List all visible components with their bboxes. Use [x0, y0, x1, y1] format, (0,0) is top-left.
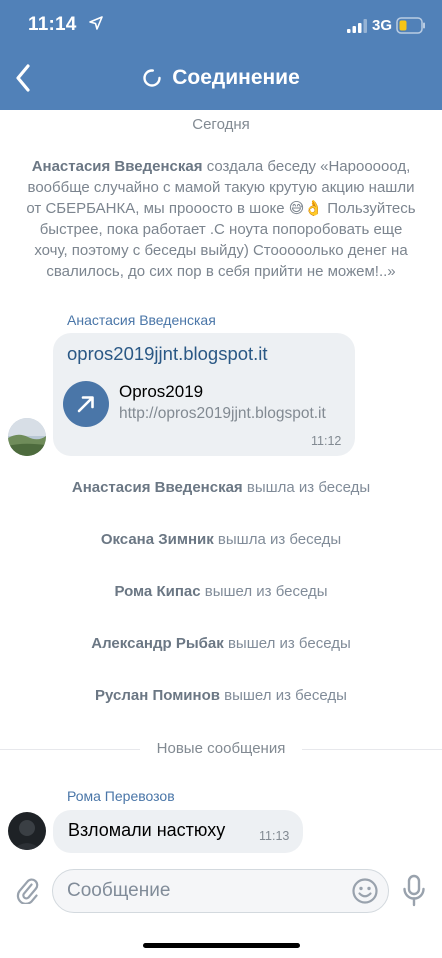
- link-card-icon[interactable]: [63, 381, 109, 427]
- link-card-title[interactable]: Opros2019: [119, 382, 203, 402]
- signal-icon: [347, 19, 367, 33]
- voice-message-button[interactable]: [398, 872, 430, 910]
- message-bubble[interactable]: Взломали настюху 11:13: [53, 810, 303, 853]
- system-event: Александр Рыбак вышел из беседы: [0, 635, 442, 652]
- message-input[interactable]: [67, 870, 347, 912]
- new-messages-label: Новые сообщения: [140, 740, 302, 757]
- event-user-name[interactable]: Рома Кипас: [114, 583, 200, 600]
- event-action: вышел из беседы: [224, 687, 347, 704]
- link-message-bubble[interactable]: opros2019jjnt.blogspot.it Opros2019 http…: [53, 333, 355, 456]
- location-arrow-icon: [89, 16, 103, 30]
- avatar-photo: [8, 418, 46, 456]
- message-time: 11:12: [311, 434, 342, 448]
- spinner-icon: [143, 69, 161, 87]
- date-separator: Сегодня: [192, 116, 250, 133]
- message-link[interactable]: opros2019jjnt.blogspot.it: [67, 343, 268, 365]
- system-event: Руслан Поминов вышел из беседы: [0, 687, 442, 704]
- creation-text: создала беседу «Нарооооод, вооббще случа…: [26, 158, 416, 280]
- microphone-icon: [403, 874, 425, 907]
- event-action: вышла из беседы: [246, 479, 371, 496]
- status-bar: 11:14 3G: [0, 0, 442, 54]
- battery-icon: [396, 17, 425, 34]
- event-user-name[interactable]: Анастасия Введенская: [72, 479, 243, 496]
- arrow-up-right-icon: [77, 396, 94, 413]
- system-event: Оксана Зимник вышла из беседы: [0, 531, 442, 548]
- creator-name[interactable]: Анастасия Введенская: [32, 158, 203, 175]
- home-indicator[interactable]: [143, 943, 300, 948]
- message-input-box[interactable]: [52, 869, 389, 913]
- app-header: 11:14 3G Соединение: [0, 0, 442, 110]
- event-user-name[interactable]: Руслан Поминов: [95, 687, 220, 704]
- attach-button[interactable]: [10, 872, 44, 908]
- message-time: 11:13: [259, 829, 290, 843]
- event-user-name[interactable]: Оксана Зимник: [101, 531, 214, 548]
- avatar[interactable]: [8, 812, 46, 850]
- message-sender[interactable]: Рома Перевозов: [67, 788, 175, 804]
- smile-icon[interactable]: [351, 877, 379, 905]
- system-event: Рома Кипас вышел из беседы: [0, 583, 442, 600]
- event-action: вышла из беседы: [217, 531, 342, 548]
- system-event: Анастасия Введенская вышла из беседы: [0, 479, 442, 496]
- paperclip-icon: [16, 878, 39, 904]
- event-user-name[interactable]: Александр Рыбак: [91, 635, 224, 652]
- message-text: Взломали настюху: [68, 820, 226, 840]
- message-sender[interactable]: Анастасия Введенская: [67, 312, 216, 328]
- title-area: Соединение: [0, 62, 442, 94]
- network-type: 3G: [372, 17, 393, 34]
- link-card-url[interactable]: http://opros2019jjnt.blogspot.it: [119, 405, 326, 423]
- avatar[interactable]: [8, 418, 46, 456]
- event-action: вышел из беседы: [227, 635, 351, 652]
- page-title: Соединение: [172, 66, 300, 89]
- event-action: вышел из беседы: [204, 583, 328, 600]
- avatar-photo: [8, 812, 46, 850]
- status-time: 11:14: [28, 14, 77, 35]
- chat-created-notice: Анастасия Введенская создала беседу «Нар…: [24, 156, 418, 282]
